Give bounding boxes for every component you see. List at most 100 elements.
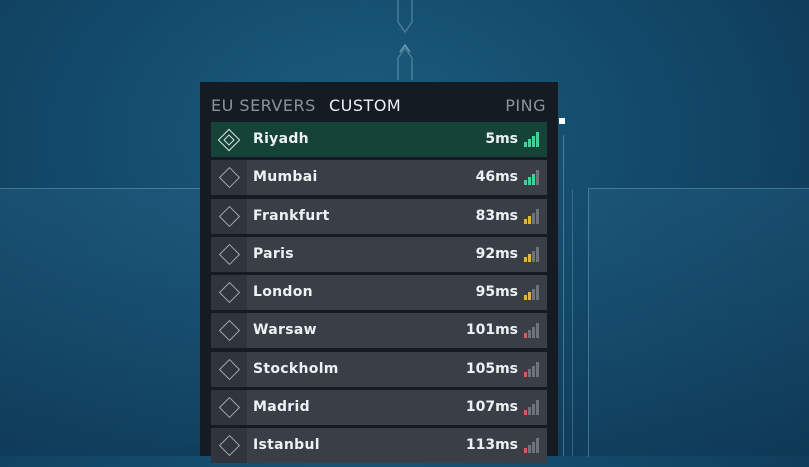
server-row-london[interactable]: London 95ms bbox=[211, 275, 547, 311]
signal-bar bbox=[528, 445, 531, 454]
server-row-riyadh[interactable]: Riyadh 5ms bbox=[211, 122, 547, 157]
signal-strength-icon bbox=[524, 208, 539, 224]
signal-bar bbox=[532, 442, 535, 454]
server-ping: 105ms bbox=[465, 360, 518, 377]
server-select-box[interactable] bbox=[211, 313, 247, 349]
diamond-icon bbox=[218, 167, 240, 189]
background-line bbox=[563, 135, 564, 456]
server-name: Paris bbox=[253, 245, 294, 262]
signal-bar bbox=[532, 289, 535, 301]
server-select-box[interactable] bbox=[211, 198, 247, 234]
signal-bar bbox=[536, 400, 539, 416]
server-select-box[interactable] bbox=[211, 390, 247, 426]
signal-bar bbox=[536, 170, 539, 186]
signal-bar bbox=[536, 323, 539, 339]
server-row-mumbai[interactable]: Mumbai 46ms bbox=[211, 160, 547, 196]
server-name: Istanbul bbox=[253, 437, 320, 454]
background-ornament bbox=[397, 0, 413, 80]
server-ping: 107ms bbox=[465, 399, 518, 416]
server-ping: 5ms bbox=[485, 131, 518, 147]
signal-bar bbox=[536, 285, 539, 301]
server-ping: 101ms bbox=[465, 322, 518, 339]
signal-bar bbox=[528, 253, 531, 262]
signal-bar bbox=[532, 404, 535, 416]
signal-strength-icon bbox=[524, 169, 539, 186]
signal-strength-icon bbox=[524, 437, 539, 454]
signal-bar bbox=[528, 215, 531, 224]
server-select-box[interactable] bbox=[211, 160, 247, 196]
server-select-panel: EU SERVERS CUSTOM PING Riyadh 5ms Mumbai 46… bbox=[200, 82, 558, 464]
server-row-frankfurt[interactable]: Frankfurt 83ms bbox=[211, 198, 547, 234]
server-select-box[interactable] bbox=[211, 351, 247, 387]
server-select-box[interactable] bbox=[211, 428, 247, 464]
server-name: Frankfurt bbox=[253, 207, 330, 224]
signal-strength-icon bbox=[524, 399, 539, 416]
server-ping: 46ms bbox=[475, 169, 518, 186]
signal-bar bbox=[532, 365, 535, 377]
signal-bar bbox=[528, 330, 531, 339]
server-ping: 83ms bbox=[475, 207, 518, 224]
diamond-inner-icon bbox=[223, 133, 235, 146]
ping-column-header: PING bbox=[505, 96, 546, 115]
signal-strength-icon bbox=[524, 284, 539, 301]
signal-bar bbox=[536, 361, 539, 377]
signal-bar bbox=[528, 407, 531, 416]
signal-bar bbox=[528, 139, 531, 147]
server-name: Warsaw bbox=[253, 322, 317, 339]
background-panel-right bbox=[588, 188, 809, 457]
server-select-box[interactable] bbox=[211, 122, 247, 157]
diamond-icon bbox=[218, 320, 240, 342]
server-select-box[interactable] bbox=[211, 236, 247, 272]
diamond-icon bbox=[218, 396, 240, 419]
server-row-paris[interactable]: Paris 92ms bbox=[211, 236, 547, 272]
server-ping: 113ms bbox=[465, 437, 518, 454]
signal-bar bbox=[524, 371, 527, 377]
signal-bar bbox=[528, 177, 531, 186]
signal-strength-icon bbox=[524, 322, 539, 339]
signal-bar bbox=[524, 218, 527, 224]
server-name: Mumbai bbox=[253, 169, 318, 186]
signal-bar bbox=[532, 250, 535, 262]
server-row-warsaw[interactable]: Warsaw 101ms bbox=[211, 313, 547, 349]
diamond-icon bbox=[218, 358, 240, 380]
signal-bar bbox=[524, 295, 527, 301]
signal-bar bbox=[532, 212, 535, 224]
server-row-madrid[interactable]: Madrid 107ms bbox=[211, 390, 547, 426]
diamond-icon bbox=[218, 205, 240, 227]
signal-bar bbox=[524, 410, 527, 416]
server-select-box[interactable] bbox=[211, 275, 247, 311]
server-name: Riyadh bbox=[253, 131, 309, 147]
diamond-icon bbox=[218, 435, 240, 457]
server-list: Riyadh 5ms Mumbai 46ms Frankfurt 83ms Paris 92m… bbox=[211, 122, 547, 467]
signal-strength-icon bbox=[524, 131, 539, 147]
signal-bar bbox=[524, 180, 527, 186]
signal-bar bbox=[524, 448, 527, 454]
background-line bbox=[572, 190, 573, 456]
signal-bar bbox=[536, 132, 539, 147]
tab-eu-servers[interactable]: EU SERVERS bbox=[211, 96, 316, 115]
server-row-istanbul[interactable]: Istanbul 113ms bbox=[211, 428, 547, 464]
signal-bar bbox=[528, 368, 531, 377]
selected-diamond-icon bbox=[217, 128, 241, 151]
diamond-icon bbox=[218, 282, 240, 304]
signal-bar bbox=[528, 292, 531, 301]
server-ping: 92ms bbox=[475, 245, 518, 262]
signal-strength-icon bbox=[524, 246, 539, 262]
signal-strength-icon bbox=[524, 361, 539, 377]
signal-bar bbox=[524, 256, 527, 262]
signal-bar bbox=[532, 174, 535, 186]
signal-bar bbox=[532, 136, 535, 147]
server-name: London bbox=[253, 284, 313, 301]
signal-bar bbox=[536, 246, 539, 262]
background-panel-left bbox=[0, 188, 205, 457]
signal-bar bbox=[524, 333, 527, 339]
server-name: Stockholm bbox=[253, 360, 339, 377]
scroll-marker bbox=[559, 118, 565, 124]
tab-custom[interactable]: CUSTOM bbox=[329, 96, 401, 115]
signal-bar bbox=[532, 327, 535, 339]
signal-bar bbox=[536, 208, 539, 224]
signal-bar bbox=[536, 438, 539, 454]
diamond-icon bbox=[218, 243, 240, 265]
panel-header: EU SERVERS CUSTOM PING bbox=[200, 82, 558, 122]
server-row-stockholm[interactable]: Stockholm 105ms bbox=[211, 351, 547, 387]
